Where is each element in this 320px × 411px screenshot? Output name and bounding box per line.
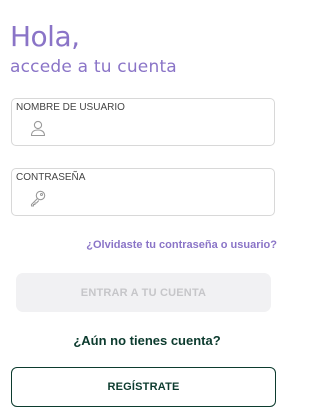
username-label: NOMBRE DE USUARIO: [16, 102, 125, 113]
page-subtitle: accede a tu cuenta: [10, 57, 177, 77]
user-icon: [30, 120, 46, 137]
page-title: Hola,: [10, 20, 80, 53]
register-button[interactable]: REGÍSTRATE: [11, 367, 276, 407]
username-field[interactable]: NOMBRE DE USUARIO: [11, 98, 275, 146]
password-label: CONTRASEÑA: [16, 172, 86, 183]
key-icon: [30, 190, 46, 207]
forgot-password-link[interactable]: ¿Olvidaste tu contraseña o usuario?: [86, 238, 277, 252]
login-page: Hola, accede a tu cuenta NOMBRE DE USUAR…: [0, 0, 294, 411]
password-input[interactable]: [54, 187, 264, 209]
password-field[interactable]: CONTRASEÑA: [11, 168, 275, 216]
no-account-prompt: ¿Aún no tienes cuenta?: [73, 333, 221, 348]
login-button[interactable]: ENTRAR A TU CUENTA: [16, 273, 271, 312]
username-input[interactable]: [54, 117, 264, 139]
